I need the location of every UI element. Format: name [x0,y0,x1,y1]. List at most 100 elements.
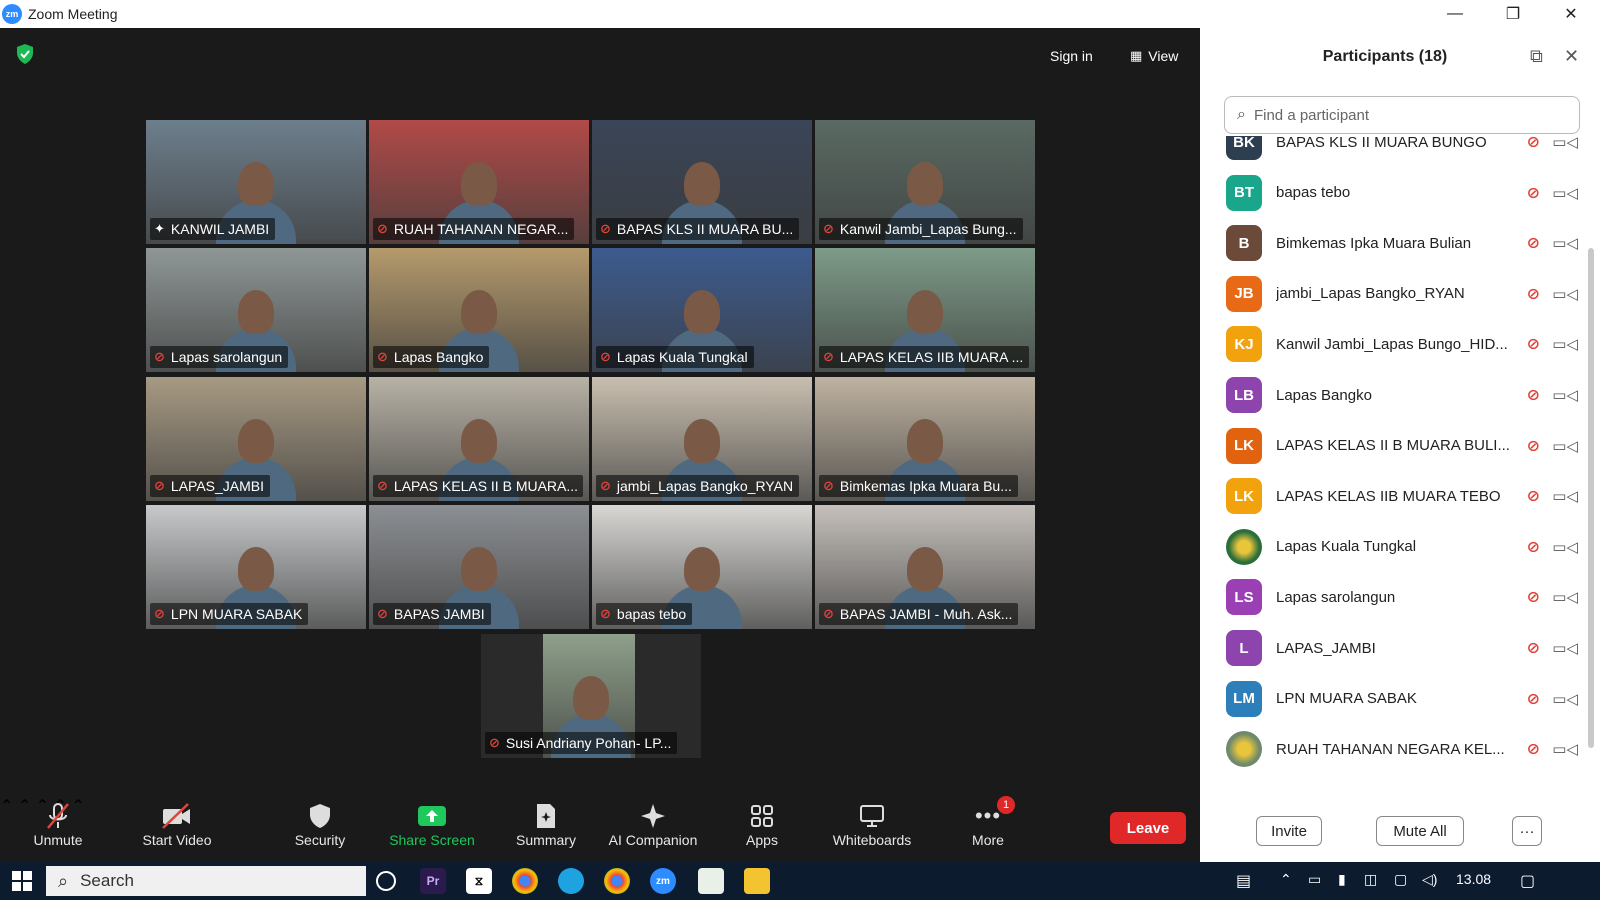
muted-mic-icon[interactable]: ⊘ [1520,739,1546,759]
ai-companion-button[interactable]: AI Companion [598,800,708,860]
video-tile[interactable]: ⊘ LAPAS KELAS IIB MUARA ... [815,248,1035,372]
video-tile[interactable]: ⊘ BAPAS KLS II MUARA BU... [592,120,812,244]
video-camera-icon[interactable]: ▭◁ [1552,538,1578,556]
battery-icon[interactable]: ▭ [1308,871,1321,888]
shield-icon[interactable] [15,43,35,65]
video-camera-icon[interactable]: ▭◁ [1552,740,1578,758]
video-tile[interactable]: ⊘ BAPAS JAMBI - Muh. Ask... [815,505,1035,629]
video-tile[interactable]: ⊘ Kanwil Jambi_Lapas Bung... [815,120,1035,244]
muted-mic-icon[interactable]: ⊘ [1520,183,1546,203]
tray-chevron-icon[interactable]: ⌃ [1280,871,1292,888]
leave-button[interactable]: Leave [1110,812,1186,844]
edge-icon[interactable] [558,868,584,894]
whiteboards-button[interactable]: Whiteboards [822,800,922,860]
participant-row[interactable]: Lapas Kuala Tungkal ⊘ ▭◁ [1226,527,1578,567]
video-tile[interactable]: ⊘ jambi_Lapas Bangko_RYAN [592,377,812,501]
view-button[interactable]: ▦ View [1120,42,1188,70]
notification-center-icon[interactable]: ▢ [1520,871,1535,891]
video-camera-icon[interactable]: ▭◁ [1552,184,1578,202]
share-screen-button[interactable]: Share Screen [382,800,482,860]
participant-row[interactable]: RUAH TAHANAN NEGARA KEL... ⊘ ▭◁ [1226,729,1578,769]
display-icon[interactable]: ▢ [1394,871,1407,888]
participant-row[interactable]: LK LAPAS KELAS IIB MUARA TEBO ⊘ ▭◁ [1226,476,1578,516]
video-tile[interactable]: ⊘ bapas tebo [592,505,812,629]
participant-row[interactable]: BT bapas tebo ⊘ ▭◁ [1226,173,1578,213]
task-view-icon[interactable] [376,871,396,891]
participant-search-input[interactable]: ⌕ Find a participant [1224,96,1580,134]
invite-button[interactable]: Invite [1256,816,1322,846]
video-camera-icon[interactable]: ▭◁ [1552,487,1578,505]
video-tile[interactable]: ⊘ LAPAS KELAS II B MUARA... [369,377,589,501]
muted-mic-icon[interactable]: ⊘ [1520,136,1546,152]
popout-icon[interactable]: ⧉ [1530,46,1543,67]
video-tile[interactable]: ⊘ RUAH TAHANAN NEGAR... [369,120,589,244]
clock-time[interactable]: 13.08 [1456,871,1491,887]
participant-row[interactable]: LM LPN MUARA SABAK ⊘ ▭◁ [1226,679,1578,719]
tray-mic-icon[interactable]: ▮ [1338,871,1346,888]
taskbar-search-box[interactable]: ⌕ Search [46,866,366,896]
capcut-icon[interactable]: ⧖ [466,868,492,894]
video-tile[interactable]: ⊘ Lapas sarolangun [146,248,366,372]
audio-options-chevron-icon[interactable]: ⌃ [0,798,13,815]
premiere-pro-icon[interactable]: Pr [420,868,446,894]
summary-button[interactable]: Summary [508,800,584,860]
muted-mic-icon[interactable]: ⊘ [1520,284,1546,304]
muted-mic-icon[interactable]: ⊘ [1520,334,1546,354]
video-camera-icon[interactable]: ▭◁ [1552,588,1578,606]
video-tile[interactable]: ⊘ LPN MUARA SABAK [146,505,366,629]
video-camera-icon[interactable]: ▭◁ [1552,234,1578,252]
muted-mic-icon[interactable]: ⊘ [1520,587,1546,607]
participant-row[interactable]: KJ Kanwil Jambi_Lapas Bungo_HID... ⊘ ▭◁ [1226,324,1578,364]
video-tile[interactable]: ⊘ Lapas Kuala Tungkal [592,248,812,372]
mute-all-button[interactable]: Mute All [1376,816,1464,846]
participant-row[interactable]: LB Lapas Bangko ⊘ ▭◁ [1226,375,1578,415]
participant-row[interactable]: LS Lapas sarolangun ⊘ ▭◁ [1226,577,1578,617]
video-camera-icon[interactable]: ▭◁ [1552,386,1578,404]
chrome-icon[interactable] [512,868,538,894]
video-camera-icon[interactable]: ▭◁ [1552,136,1578,151]
video-tile[interactable]: ⊘ Lapas Bangko [369,248,589,372]
video-camera-icon[interactable]: ▭◁ [1552,437,1578,455]
file-explorer-icon[interactable] [744,868,770,894]
zoom-taskbar-icon[interactable]: zm [650,868,676,894]
muted-mic-icon[interactable]: ⊘ [1520,689,1546,709]
more-button[interactable]: ••• 1 More [964,796,1016,860]
muted-mic-icon[interactable]: ⊘ [1520,486,1546,506]
muted-mic-icon[interactable]: ⊘ [1520,385,1546,405]
participant-row[interactable]: BK BAPAS KLS II MUARA BUNGO ⊘ ▭◁ [1226,136,1578,162]
panel-more-button[interactable]: ··· [1512,816,1542,846]
volume-icon[interactable]: ◁) [1422,871,1437,888]
muted-mic-icon[interactable]: ⊘ [1520,638,1546,658]
sign-in-button[interactable]: Sign in [1040,42,1103,70]
video-camera-icon[interactable]: ▭◁ [1552,639,1578,657]
video-tile[interactable]: ⊘ Susi Andriany Pohan- LP... [481,634,701,758]
participant-row[interactable]: L LAPAS_JAMBI ⊘ ▭◁ [1226,628,1578,668]
close-window-button[interactable]: ✕ [1542,0,1600,28]
video-camera-icon[interactable]: ▭◁ [1552,335,1578,353]
participant-row[interactable]: B Bimkemas Ipka Muara Bulian ⊘ ▭◁ [1226,223,1578,263]
video-tile[interactable]: ⊘ LAPAS_JAMBI [146,377,366,501]
video-tile[interactable]: ⊘ Bimkemas Ipka Muara Bu... [815,377,1035,501]
muted-mic-icon[interactable]: ⊘ [1520,436,1546,456]
video-tile[interactable]: ✦ KANWIL JAMBI [146,120,366,244]
windows-start-icon[interactable] [12,871,32,896]
start-video-button[interactable]: Start Video [132,800,222,860]
close-panel-icon[interactable]: ✕ [1564,46,1579,67]
generic-app-icon[interactable] [698,868,724,894]
chrome-profile-icon[interactable] [604,868,630,894]
participant-row[interactable]: LK LAPAS KELAS II B MUARA BULI... ⊘ ▭◁ [1226,426,1578,466]
unmute-button[interactable]: Unmute [24,800,92,860]
participant-list-scrollbar[interactable] [1588,248,1594,748]
muted-mic-icon[interactable]: ⊘ [1520,537,1546,557]
muted-mic-icon[interactable]: ⊘ [1520,233,1546,253]
restore-button[interactable]: ❐ [1484,0,1542,28]
participant-row[interactable]: JB jambi_Lapas Bangko_RYAN ⊘ ▭◁ [1226,274,1578,314]
video-tile[interactable]: ⊘ BAPAS JAMBI [369,505,589,629]
security-button[interactable]: Security [288,800,352,860]
minimize-button[interactable]: — [1426,0,1484,28]
network-icon[interactable]: ◫ [1364,871,1377,888]
video-camera-icon[interactable]: ▭◁ [1552,690,1578,708]
news-icon[interactable]: ▤ [1236,871,1251,891]
video-camera-icon[interactable]: ▭◁ [1552,285,1578,303]
apps-button[interactable]: Apps [736,800,788,860]
